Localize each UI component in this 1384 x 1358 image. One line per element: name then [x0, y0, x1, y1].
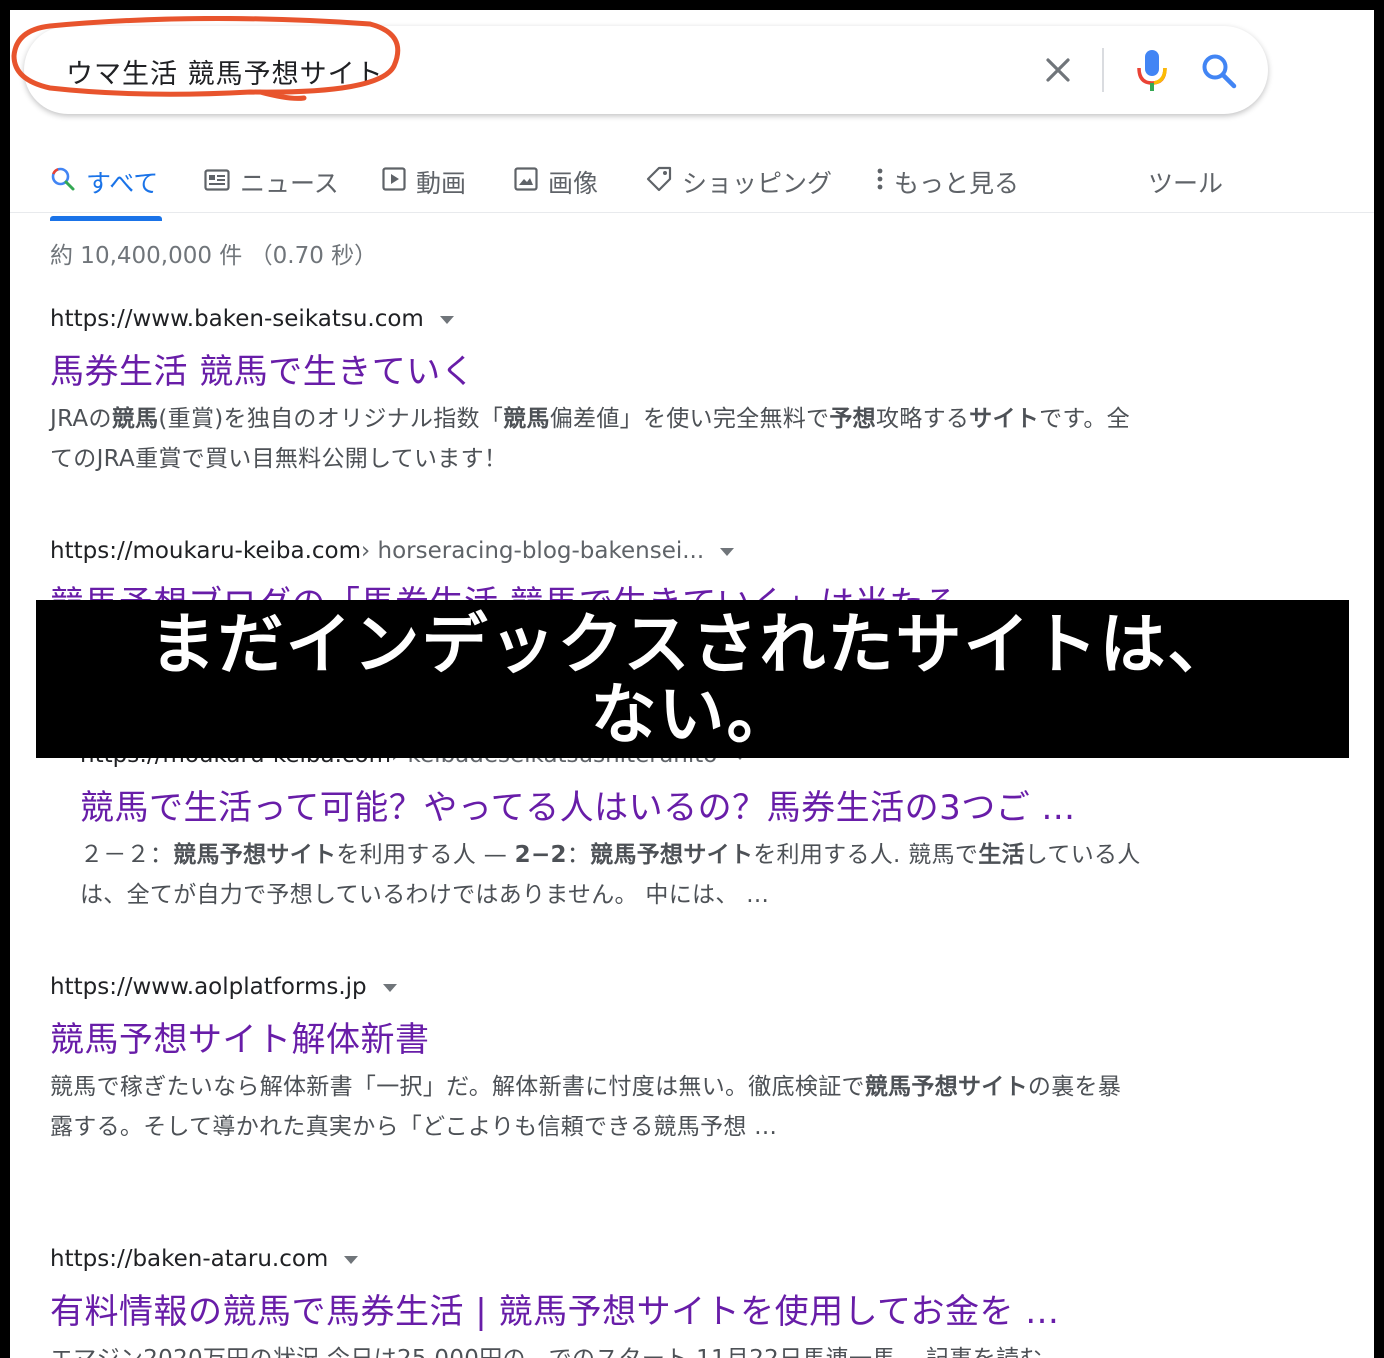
tag-icon	[646, 166, 672, 198]
result-stats: 約 10,400,000 件 （0.70 秒）	[50, 243, 378, 269]
tab-label: ツール	[1148, 169, 1224, 198]
tab-label: ショッピング	[682, 169, 833, 198]
result-url[interactable]: https://www.aolplatforms.jp	[50, 974, 1140, 1000]
search-tabs: すべて ニュース 動画 画像 ショッピング もっと見る ツール	[10, 160, 1374, 221]
tab-label: ニュース	[240, 169, 339, 198]
result-title[interactable]: 競馬予想サイト解体新書	[50, 1012, 1140, 1061]
tab-images[interactable]: 画像	[514, 164, 598, 200]
image-icon	[514, 167, 538, 197]
tab-news[interactable]: ニュース	[204, 164, 339, 200]
caption-line-2: ない。	[590, 676, 795, 753]
result-url[interactable]: https://baken-ataru.com	[50, 1246, 1140, 1272]
tab-label: すべて	[86, 169, 159, 198]
news-icon	[204, 168, 230, 197]
tab-videos[interactable]: 動画	[382, 164, 466, 200]
result-snippet: エマジン2020万円の状況 今日は25,000円の...でのスタート 11月22…	[50, 1339, 1140, 1358]
active-tab-indicator	[50, 216, 162, 221]
more-vert-icon	[876, 167, 884, 197]
result-title[interactable]: 競馬で生活って可能？やってる人はいるの？馬券生活の3つご ...	[80, 780, 1170, 829]
result-url-text[interactable]: https://www.aolplatforms.jp	[50, 974, 367, 1000]
mic-icon[interactable]	[1134, 48, 1170, 94]
search-icon[interactable]	[1200, 52, 1238, 90]
tab-shopping[interactable]: ショッピング	[646, 164, 832, 200]
search-result: https://moukaru-keiba.com › keibadeseika…	[80, 742, 1170, 915]
chevron-down-icon[interactable]	[439, 316, 454, 324]
result-snippet: ２－２：競馬予想サイトを利用する人 — 2−2：競馬予想サイトを利用する人. 競…	[80, 842, 1141, 908]
result-snippet: 競馬で稼ぎたいなら解体新書「一択」だ。解体新書に忖度は無い。徹底検証で競馬予想サ…	[50, 1074, 1122, 1140]
clear-icon[interactable]	[1042, 54, 1074, 86]
result-breadcrumb: › horseracing-blog-bakensei...	[361, 538, 705, 564]
result-url[interactable]: https://moukaru-keiba.com › horseracing-…	[50, 538, 1140, 564]
caption-banner: まだインデックスされたサイトは、 ない。	[36, 600, 1349, 758]
result-title[interactable]: 馬券生活 競馬で生きていく	[50, 344, 1140, 393]
video-icon	[382, 167, 406, 197]
chevron-down-icon[interactable]	[382, 984, 397, 992]
search-icon	[50, 166, 76, 198]
result-url[interactable]: https://www.baken-seikatsu.com	[50, 306, 1140, 332]
chevron-down-icon[interactable]	[344, 1256, 359, 1264]
tab-label: 画像	[548, 169, 599, 198]
tab-all[interactable]: すべて	[50, 164, 158, 200]
chevron-down-icon[interactable]	[720, 548, 735, 556]
search-bar-divider	[1102, 48, 1104, 92]
result-url-text[interactable]: https://moukaru-keiba.com	[50, 538, 361, 564]
result-url-text[interactable]: https://www.baken-seikatsu.com	[50, 306, 424, 332]
tab-label: もっと見る	[894, 169, 1020, 198]
tabs-divider	[10, 212, 1374, 213]
caption-line-1: まだインデックスされたサイトは、	[149, 606, 1236, 683]
search-result: https://www.aolplatforms.jp 競馬予想サイト解体新書 …	[50, 974, 1140, 1147]
browser-viewport: ウマ生活 競馬予想サイト すべて ニュース 動画 画像 ショッピング もっと見る…	[10, 10, 1374, 1358]
search-result: https://www.baken-seikatsu.com 馬券生活 競馬で生…	[50, 306, 1140, 479]
tab-more[interactable]: もっと見る	[876, 164, 1019, 200]
result-url-text[interactable]: https://baken-ataru.com	[50, 1246, 328, 1272]
tab-tools[interactable]: ツール	[1148, 164, 1223, 200]
search-bar[interactable]: ウマ生活 競馬予想サイト	[24, 26, 1268, 114]
search-result: https://baken-ataru.com 有料情報の競馬で馬券生活 | 競…	[50, 1246, 1140, 1358]
result-snippet: JRAの競馬(重賞)を独自のオリジナル指数「競馬偏差値」を使い完全無料で予想攻略…	[50, 406, 1130, 472]
tab-label: 動画	[416, 169, 467, 198]
result-title[interactable]: 有料情報の競馬で馬券生活 | 競馬予想サイトを使用してお金を ...	[50, 1284, 1140, 1333]
search-input[interactable]: ウマ生活 競馬予想サイト	[66, 52, 384, 91]
